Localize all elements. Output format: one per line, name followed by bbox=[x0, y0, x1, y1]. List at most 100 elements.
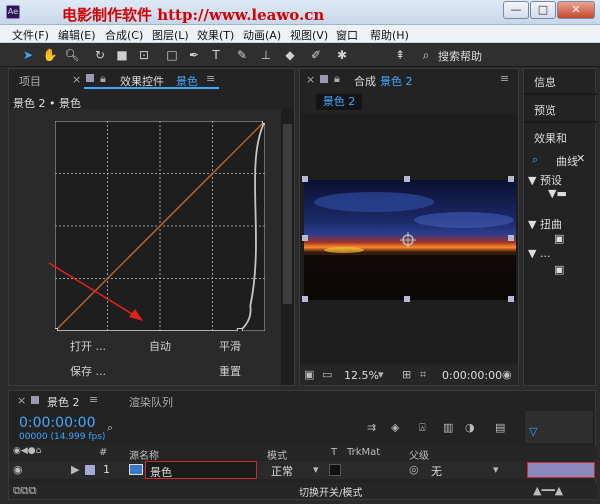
clone-stamp-tool-icon[interactable]: ⊥ bbox=[258, 47, 274, 63]
search-help-label[interactable]: 搜索帮助 bbox=[438, 48, 482, 64]
timeline-timecode[interactable]: 0:00:00:00 bbox=[19, 415, 96, 431]
clear-search-icon[interactable]: ✕ bbox=[576, 152, 585, 165]
layer-parent[interactable]: 无 bbox=[431, 463, 442, 479]
selection-tool-icon[interactable]: ➤ bbox=[20, 47, 36, 63]
pan-behind-tool-icon[interactable]: ⊡ bbox=[136, 47, 152, 63]
roto-brush-tool-icon[interactable]: ✐ bbox=[308, 47, 324, 63]
panel-menu-icon[interactable]: ≡ bbox=[206, 72, 215, 85]
menu-composition[interactable]: 合成(C) bbox=[105, 27, 143, 43]
comp-tag[interactable]: 景色 2 bbox=[316, 94, 362, 110]
curve-control-point[interactable] bbox=[236, 328, 243, 332]
close-tab-icon[interactable]: × bbox=[17, 394, 26, 407]
menu-edit[interactable]: 编辑(E) bbox=[58, 27, 96, 43]
transform-handle[interactable] bbox=[404, 296, 410, 302]
minimize-button[interactable]: — bbox=[503, 1, 529, 19]
comp-flowchart-icon[interactable]: ⇉ bbox=[367, 421, 376, 434]
tab-composition-name[interactable]: 景色 2 bbox=[380, 73, 413, 89]
preview-tab[interactable]: 预览 bbox=[534, 102, 556, 118]
mode-dropdown-icon[interactable]: ▾ bbox=[313, 463, 319, 476]
transform-handle[interactable] bbox=[302, 296, 308, 302]
zoom-tool-icon[interactable]: 🔍︎ bbox=[64, 47, 80, 63]
lock-icon[interactable]: 🔒︎ bbox=[334, 72, 340, 86]
reset-button[interactable]: 重置 bbox=[201, 361, 259, 383]
rectangle-tool-icon[interactable]: □ bbox=[164, 47, 180, 63]
comp-timecode[interactable]: 0:00:00:00 bbox=[442, 369, 502, 382]
tree-item-more[interactable]: ▼ ... bbox=[528, 247, 550, 260]
maximize-button[interactable]: □ bbox=[530, 1, 556, 19]
tab-project[interactable]: 项目 bbox=[19, 73, 41, 89]
menu-animation[interactable]: 动画(A) bbox=[243, 27, 281, 43]
frame-blending-icon[interactable]: ▥ bbox=[443, 421, 453, 434]
panel-menu-icon[interactable]: ≡ bbox=[500, 72, 509, 85]
puppet-tool-icon[interactable]: ✱ bbox=[334, 47, 350, 63]
layer-mode[interactable]: 正常 bbox=[271, 463, 293, 479]
column-trkmat[interactable]: TrkMat bbox=[347, 447, 380, 458]
search-icon[interactable]: ⌕ bbox=[532, 153, 538, 167]
zoom-level[interactable]: 12.5% bbox=[344, 369, 379, 382]
tree-item-distort[interactable]: ▼ 扭曲 bbox=[528, 216, 562, 232]
expand-layer-icon[interactable]: ▶ bbox=[71, 463, 79, 476]
region-icon[interactable]: ⊞ bbox=[402, 368, 411, 381]
snapping-icon[interactable]: ⇞ bbox=[392, 47, 408, 63]
parent-pick-icon[interactable]: ◎ bbox=[409, 463, 419, 476]
column-mode[interactable]: 模式 bbox=[267, 447, 287, 462]
transform-handle[interactable] bbox=[302, 176, 308, 182]
menu-view[interactable]: 视图(V) bbox=[290, 27, 328, 43]
snapshot-icon[interactable]: ◉ bbox=[502, 368, 512, 381]
transform-handle[interactable] bbox=[508, 235, 514, 241]
parent-dropdown-icon[interactable]: ▾ bbox=[493, 463, 499, 476]
trkmat-field[interactable] bbox=[329, 464, 341, 476]
tab-render-queue[interactable]: 渲染队列 bbox=[129, 394, 173, 410]
tree-item-presets[interactable]: ▼ 预设 bbox=[528, 172, 562, 188]
scrollbar-thumb[interactable] bbox=[283, 124, 292, 304]
brush-tool-icon[interactable]: ✎ bbox=[234, 47, 250, 63]
lock-icon[interactable]: 🔒︎ bbox=[100, 72, 106, 86]
search-icon[interactable]: ⌕ bbox=[418, 47, 434, 63]
close-tab-icon[interactable]: × bbox=[72, 73, 81, 86]
auto-button[interactable]: 自动 bbox=[131, 336, 189, 358]
pen-tool-icon[interactable]: ✒ bbox=[186, 47, 202, 63]
time-ruler[interactable]: ▽ bbox=[525, 411, 593, 443]
monitor-icon[interactable]: ▭ bbox=[322, 368, 332, 381]
menu-window[interactable]: 窗口 bbox=[336, 27, 358, 43]
eye-icon[interactable]: ◉ bbox=[13, 463, 23, 476]
open-button[interactable]: 打开 ... bbox=[59, 336, 117, 358]
menu-effect[interactable]: 效果(T) bbox=[197, 27, 234, 43]
playhead-icon[interactable]: ▽ bbox=[529, 425, 537, 438]
close-tab-icon[interactable]: × bbox=[306, 73, 315, 86]
transform-handle[interactable] bbox=[404, 176, 410, 182]
tab-composition-label[interactable]: 合成 bbox=[354, 73, 376, 89]
shy-layers-icon[interactable]: ⍓ bbox=[419, 421, 426, 435]
transform-handle[interactable] bbox=[508, 176, 514, 182]
smooth-button[interactable]: 平滑 bbox=[201, 336, 259, 358]
always-preview-icon[interactable]: ▣ bbox=[304, 368, 314, 381]
table-row[interactable]: ◉ ▶ 1 景色 正常 ▾ ◎ 无 ▾ bbox=[9, 461, 597, 479]
column-source-name[interactable]: 源名称 bbox=[129, 447, 159, 462]
zoom-dropdown-icon[interactable]: ▾ bbox=[378, 368, 384, 381]
toggle-switches-modes[interactable]: 切换开关/模式 bbox=[299, 484, 362, 499]
draft-3d-icon[interactable]: ◈ bbox=[391, 421, 399, 434]
text-tool-icon[interactable]: T bbox=[208, 47, 224, 63]
toggle-switches-icon[interactable]: ⧉⧉⧉ bbox=[13, 484, 37, 498]
transform-handle[interactable] bbox=[508, 296, 514, 302]
search-icon[interactable]: ⌕ bbox=[107, 421, 113, 435]
tab-timeline-comp[interactable]: 景色 2 bbox=[47, 394, 80, 410]
layer-duration-bar[interactable] bbox=[527, 462, 595, 478]
column-parent[interactable]: 父级 bbox=[409, 447, 429, 462]
transform-handle[interactable] bbox=[302, 235, 308, 241]
graph-editor-icon[interactable]: ▤ bbox=[495, 421, 505, 434]
zoom-slider-icon[interactable]: ▲━━▲ bbox=[533, 484, 563, 497]
tab-effects-controls[interactable]: 🔒︎ 效果控件 景色 ≡ bbox=[84, 69, 219, 89]
camera-tool-icon[interactable]: ■ bbox=[114, 47, 130, 63]
rotate-tool-icon[interactable]: ↻ bbox=[92, 47, 108, 63]
menu-file[interactable]: 文件(F) bbox=[12, 27, 49, 43]
effects-presets-tab[interactable]: 效果和 bbox=[534, 130, 567, 146]
info-tab[interactable]: 信息 bbox=[534, 74, 556, 90]
save-button[interactable]: 保存 ... bbox=[59, 361, 117, 383]
close-button[interactable]: ✕ bbox=[557, 1, 595, 19]
scrollbar[interactable] bbox=[281, 109, 294, 385]
motion-blur-icon[interactable]: ◑ bbox=[465, 421, 475, 434]
panel-menu-icon[interactable]: ≡ bbox=[89, 393, 98, 406]
hand-tool-icon[interactable]: ✋ bbox=[42, 47, 58, 63]
effects-search-field[interactable]: 曲线 bbox=[556, 153, 578, 169]
